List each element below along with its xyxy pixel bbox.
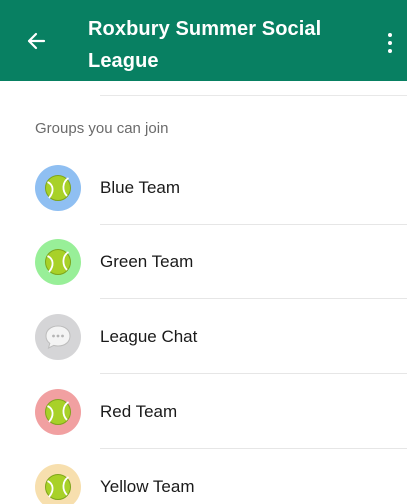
tennis-ball-icon bbox=[45, 399, 71, 425]
tennis-ball-icon bbox=[45, 474, 71, 500]
group-item-blue-team[interactable]: Blue Team bbox=[0, 151, 407, 225]
group-avatar bbox=[35, 464, 81, 504]
chat-bubble-icon bbox=[45, 325, 71, 349]
group-name: Blue Team bbox=[100, 178, 181, 197]
app-header: Roxbury Summer Social League bbox=[0, 0, 407, 81]
divider bbox=[100, 298, 407, 299]
arrow-left-icon bbox=[27, 32, 46, 50]
group-avatar bbox=[35, 239, 81, 285]
group-name: Green Team bbox=[100, 252, 194, 271]
divider bbox=[100, 95, 407, 96]
more-vertical-icon bbox=[388, 33, 392, 37]
divider bbox=[100, 373, 407, 374]
section-label: Groups you can join bbox=[35, 120, 169, 137]
group-item-green-team[interactable]: Green Team bbox=[0, 225, 407, 299]
group-name: League Chat bbox=[100, 327, 198, 346]
back-button[interactable] bbox=[24, 29, 48, 53]
group-avatar bbox=[35, 314, 81, 360]
group-name: Yellow Team bbox=[100, 477, 195, 496]
group-item-league-chat[interactable]: League Chat bbox=[0, 300, 407, 374]
group-item-red-team[interactable]: Red Team bbox=[0, 375, 407, 449]
page-title: Roxbury Summer Social League bbox=[88, 18, 322, 72]
group-avatar bbox=[35, 389, 81, 435]
group-item-yellow-team[interactable]: Yellow Team bbox=[0, 450, 407, 504]
tennis-ball-icon bbox=[45, 175, 71, 201]
tennis-ball-icon bbox=[45, 249, 71, 275]
divider bbox=[100, 448, 407, 449]
group-avatar bbox=[35, 165, 81, 211]
more-options-button[interactable] bbox=[384, 33, 396, 55]
group-name: Red Team bbox=[100, 402, 178, 421]
group-directory-screen: Roxbury Summer Social League Groups you … bbox=[0, 0, 407, 504]
